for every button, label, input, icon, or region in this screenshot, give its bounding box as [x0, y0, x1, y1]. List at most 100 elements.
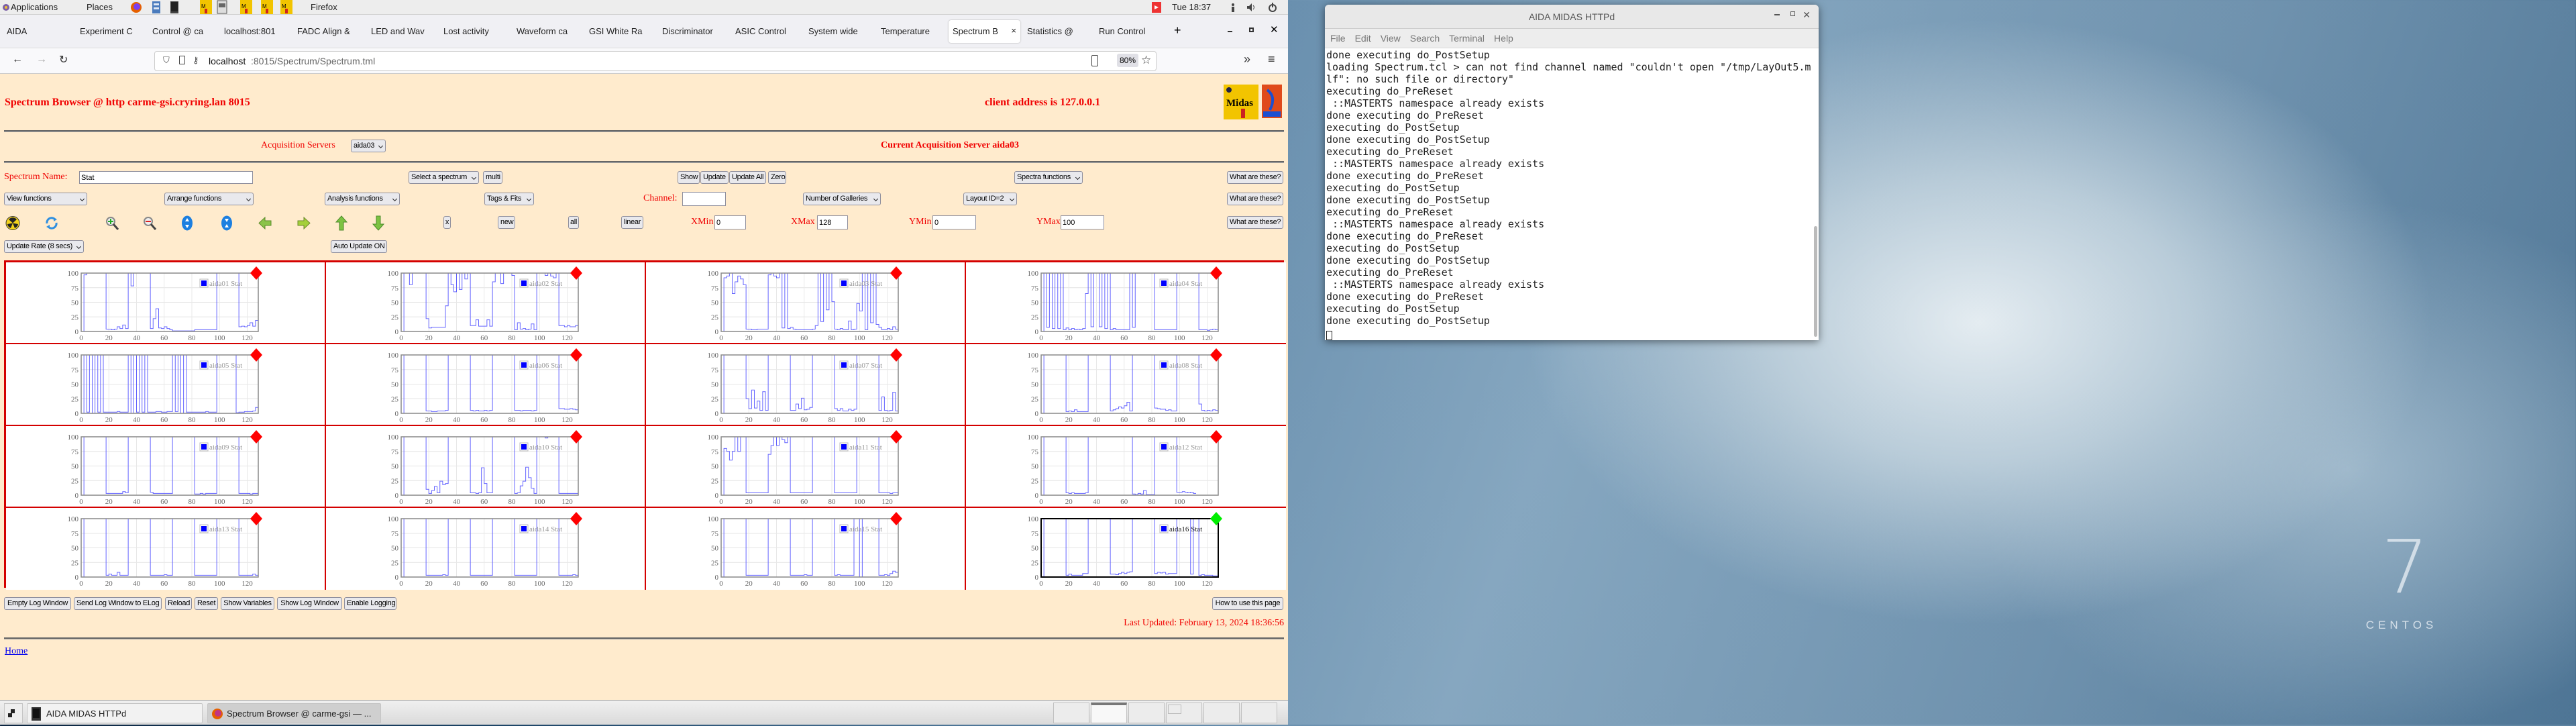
- menu-edit[interactable]: Edit: [1355, 33, 1371, 44]
- status-diamond-icon[interactable]: [570, 348, 582, 362]
- zoom-level[interactable]: 80%: [1117, 54, 1139, 67]
- spectrum-cell[interactable]: 0 25 50 75 100 0 20 40 60 80 100 120 aida05 Stat: [6, 344, 326, 426]
- file-manager-icon[interactable]: [152, 1, 161, 14]
- workspace-4[interactable]: [1166, 703, 1202, 723]
- terminal-scrollbar[interactable]: [1814, 226, 1817, 337]
- spectrum-chart[interactable]: 0 25 50 75 100 0 20 40 60 80 100 120 aida13 Stat: [6, 508, 326, 590]
- status-diamond-icon[interactable]: [1210, 348, 1222, 362]
- taskbar-item-terminal[interactable]: AIDA MIDAS HTTPd: [27, 703, 203, 723]
- spectrum-cell[interactable]: 0 25 50 75 100 0 20 40 60 80 100 120 aida07 Stat: [646, 344, 966, 426]
- tab-active[interactable]: Spectrum B ×: [949, 20, 1020, 43]
- maximize-icon[interactable]: [1249, 28, 1254, 32]
- spectrum-cell[interactable]: 0 25 50 75 100 0 20 40 60 80 100 120 aida16 Stat: [966, 508, 1286, 590]
- spectrum-chart[interactable]: 0 25 50 75 100 0 20 40 60 80 100 120 aida09 Stat: [6, 426, 326, 508]
- expand-vertical-icon[interactable]: [180, 215, 195, 231]
- what-are-these-button[interactable]: What are these?: [1227, 193, 1283, 205]
- minimize-icon[interactable]: [1228, 31, 1232, 32]
- auto-update-button[interactable]: Auto Update ON: [331, 240, 387, 253]
- tab[interactable]: Waveform ca: [513, 20, 582, 43]
- zoom-in-icon[interactable]: [105, 215, 119, 231]
- shield-icon[interactable]: ⛉: [163, 55, 170, 66]
- new-tab-button[interactable]: +: [1174, 23, 1181, 38]
- shrink-vertical-icon[interactable]: [219, 215, 234, 231]
- spectrum-cell[interactable]: 0 25 50 75 100 0 20 40 60 80 100 120 aida15 Stat: [646, 508, 966, 590]
- permissions-icon[interactable]: ⚷: [193, 55, 199, 66]
- x-button[interactable]: x: [443, 216, 451, 229]
- applications-menu[interactable]: Applications: [11, 2, 58, 12]
- tab[interactable]: Statistics @: [1023, 20, 1093, 43]
- midas-launcher-icon[interactable]: M: [261, 0, 273, 14]
- tab[interactable]: Experiment C: [76, 20, 146, 43]
- spectrum-cell[interactable]: 0 25 50 75 100 0 20 40 60 80 100 120 aida02 Stat: [326, 262, 646, 344]
- tab[interactable]: Discriminator: [658, 20, 728, 43]
- reader-view-icon[interactable]: [1091, 55, 1098, 66]
- close-tab-icon[interactable]: ×: [1011, 25, 1016, 36]
- document-launcher-icon[interactable]: [217, 0, 227, 14]
- tab[interactable]: Control @ ca: [148, 20, 218, 43]
- url-path[interactable]: :8015/Spectrum/Spectrum.tml: [251, 56, 375, 66]
- spectrum-cell[interactable]: 0 25 50 75 100 0 20 40 60 80 100 120 aida09 Stat: [6, 426, 326, 508]
- status-diamond-icon[interactable]: [570, 512, 582, 525]
- channel-input[interactable]: [682, 192, 726, 206]
- spectrum-chart[interactable]: 0 25 50 75 100 0 20 40 60 80 100 120 aida02 Stat: [326, 262, 646, 344]
- maximize-icon[interactable]: [1790, 11, 1795, 16]
- spectrum-cell[interactable]: 0 25 50 75 100 0 20 40 60 80 100 120 aida08 Stat: [966, 344, 1286, 426]
- how-to-use-button[interactable]: How to use this page: [1212, 597, 1283, 610]
- arrow-left-icon[interactable]: [258, 215, 272, 231]
- notification-icon[interactable]: [1152, 2, 1161, 13]
- url-host[interactable]: localhost: [209, 56, 246, 66]
- show-log-window-button[interactable]: Show Log Window: [277, 597, 342, 610]
- workspace-5[interactable]: [1203, 703, 1240, 723]
- tags-fits-dropdown[interactable]: Tags & Fits: [484, 193, 534, 205]
- reload-icon[interactable]: ↻: [59, 53, 68, 66]
- workspace-6[interactable]: [1241, 703, 1277, 723]
- spectra-functions-dropdown[interactable]: Spectra functions: [1014, 171, 1083, 184]
- show-desktop-button[interactable]: [4, 703, 23, 723]
- hamburger-menu-icon[interactable]: ≡: [1268, 52, 1275, 66]
- active-app-name[interactable]: Firefox: [311, 2, 337, 12]
- status-diamond-icon[interactable]: [890, 512, 902, 525]
- workspace-1[interactable]: [1053, 703, 1089, 723]
- accessibility-icon[interactable]: [1230, 3, 1236, 12]
- xmax-input[interactable]: [817, 215, 848, 229]
- spectrum-chart[interactable]: 0 25 50 75 100 0 20 40 60 80 100 120 aida16 Stat: [966, 508, 1286, 590]
- status-diamond-icon[interactable]: [250, 266, 262, 280]
- status-diamond-icon[interactable]: [890, 348, 902, 362]
- refresh-icon[interactable]: [44, 215, 59, 231]
- spectrum-cell[interactable]: 0 25 50 75 100 0 20 40 60 80 100 120 aida04 Stat: [966, 262, 1286, 344]
- midas-launcher-icon[interactable]: M: [240, 0, 252, 14]
- power-icon[interactable]: [1268, 2, 1277, 13]
- tab[interactable]: System wide: [804, 20, 874, 43]
- spectrum-chart[interactable]: 0 25 50 75 100 0 20 40 60 80 100 120 aida11 Stat: [646, 426, 966, 508]
- new-button[interactable]: new: [498, 216, 515, 229]
- status-diamond-icon[interactable]: [890, 430, 902, 444]
- terminal-launcher-icon[interactable]: [170, 1, 179, 14]
- status-diamond-icon[interactable]: [570, 430, 582, 444]
- workspace-2-active[interactable]: [1091, 703, 1127, 723]
- status-diamond-icon[interactable]: [250, 430, 262, 444]
- status-diamond-icon[interactable]: [250, 512, 262, 525]
- spectrum-chart[interactable]: 0 25 50 75 100 0 20 40 60 80 100 120 aida07 Stat: [646, 344, 966, 426]
- bookmark-star-icon[interactable]: ☆: [1141, 54, 1151, 67]
- tab[interactable]: Temperature: [877, 20, 947, 43]
- taskbar-item-firefox[interactable]: Spectrum Browser @ carme-gsi — ...: [207, 703, 381, 723]
- zoom-out-icon[interactable]: [142, 215, 157, 231]
- what-are-these-button[interactable]: What are these?: [1227, 171, 1283, 184]
- arrange-functions-dropdown[interactable]: Arrange functions: [164, 193, 254, 205]
- spectrum-cell[interactable]: 0 25 50 75 100 0 20 40 60 80 100 120 aida06 Stat: [326, 344, 646, 426]
- enable-logging-button[interactable]: Enable Logging: [344, 597, 396, 610]
- spectrum-chart[interactable]: 0 25 50 75 100 0 20 40 60 80 100 120 aida06 Stat: [326, 344, 646, 426]
- menu-help[interactable]: Help: [1494, 33, 1513, 44]
- layout-id-dropdown[interactable]: Layout ID=2: [963, 193, 1017, 205]
- tab[interactable]: FADC Align &: [293, 20, 363, 43]
- update-button[interactable]: Update: [700, 171, 729, 184]
- tab[interactable]: localhost:801: [220, 20, 290, 43]
- menu-search[interactable]: Search: [1410, 33, 1440, 44]
- status-diamond-icon[interactable]: [570, 266, 582, 280]
- xmin-input[interactable]: [714, 215, 746, 229]
- acquisition-server-select[interactable]: aida03: [351, 140, 386, 152]
- firefox-launcher-icon[interactable]: [130, 1, 142, 14]
- number-of-galleries-dropdown[interactable]: Number of Galleries: [803, 193, 881, 205]
- view-functions-dropdown[interactable]: View functions: [4, 193, 87, 205]
- status-diamond-icon[interactable]: [1210, 430, 1222, 444]
